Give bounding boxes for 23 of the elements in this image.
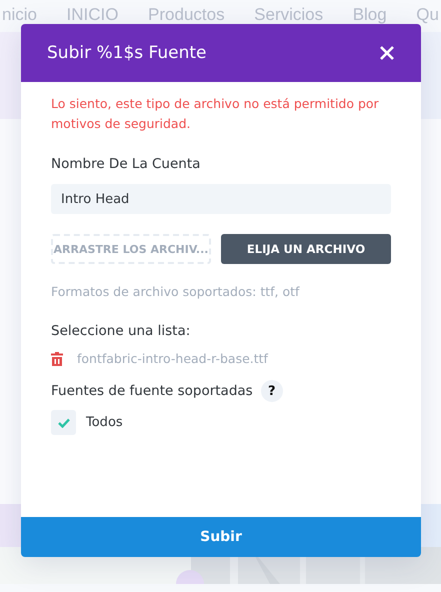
name-field[interactable]: Intro Head xyxy=(51,184,391,214)
choose-file-button[interactable]: ELIJA UN ARCHIVO xyxy=(221,234,391,264)
nav-link[interactable]: Servicios xyxy=(254,6,324,24)
help-icon[interactable]: ? xyxy=(260,380,283,402)
nav-link[interactable]: Qu xyxy=(416,6,439,24)
checkbox-label: Todos xyxy=(86,415,123,430)
submit-button[interactable]: Subir xyxy=(21,517,421,557)
nav-link[interactable]: nicio xyxy=(2,6,37,24)
file-name: fontfabric-intro-head-r-base.ttf xyxy=(77,351,268,366)
nav-link[interactable]: Blog xyxy=(352,6,387,24)
support-label: Fuentes de fuente soportadas xyxy=(51,383,253,399)
check-icon xyxy=(58,418,70,428)
dialog-title: Subir %1$s Fuente xyxy=(47,43,206,63)
error-message: Lo siento, este tipo de archivo no está permitido por motivos de seguridad. xyxy=(51,95,380,133)
list-label: Seleccione una lista: xyxy=(51,323,190,339)
drop-zone[interactable]: ARRASTRE LOS ARCHIV... xyxy=(51,234,211,264)
field-label: Nombre De La Cuenta xyxy=(51,156,200,172)
close-icon[interactable] xyxy=(379,45,395,61)
formats-hint: Formatos de archivo soportados: ttf, otf xyxy=(51,284,301,299)
nav-link[interactable]: INICIO xyxy=(66,6,118,24)
trash-icon[interactable] xyxy=(51,352,63,366)
checkbox[interactable] xyxy=(51,410,76,435)
nav-link[interactable]: Productos xyxy=(148,6,225,24)
